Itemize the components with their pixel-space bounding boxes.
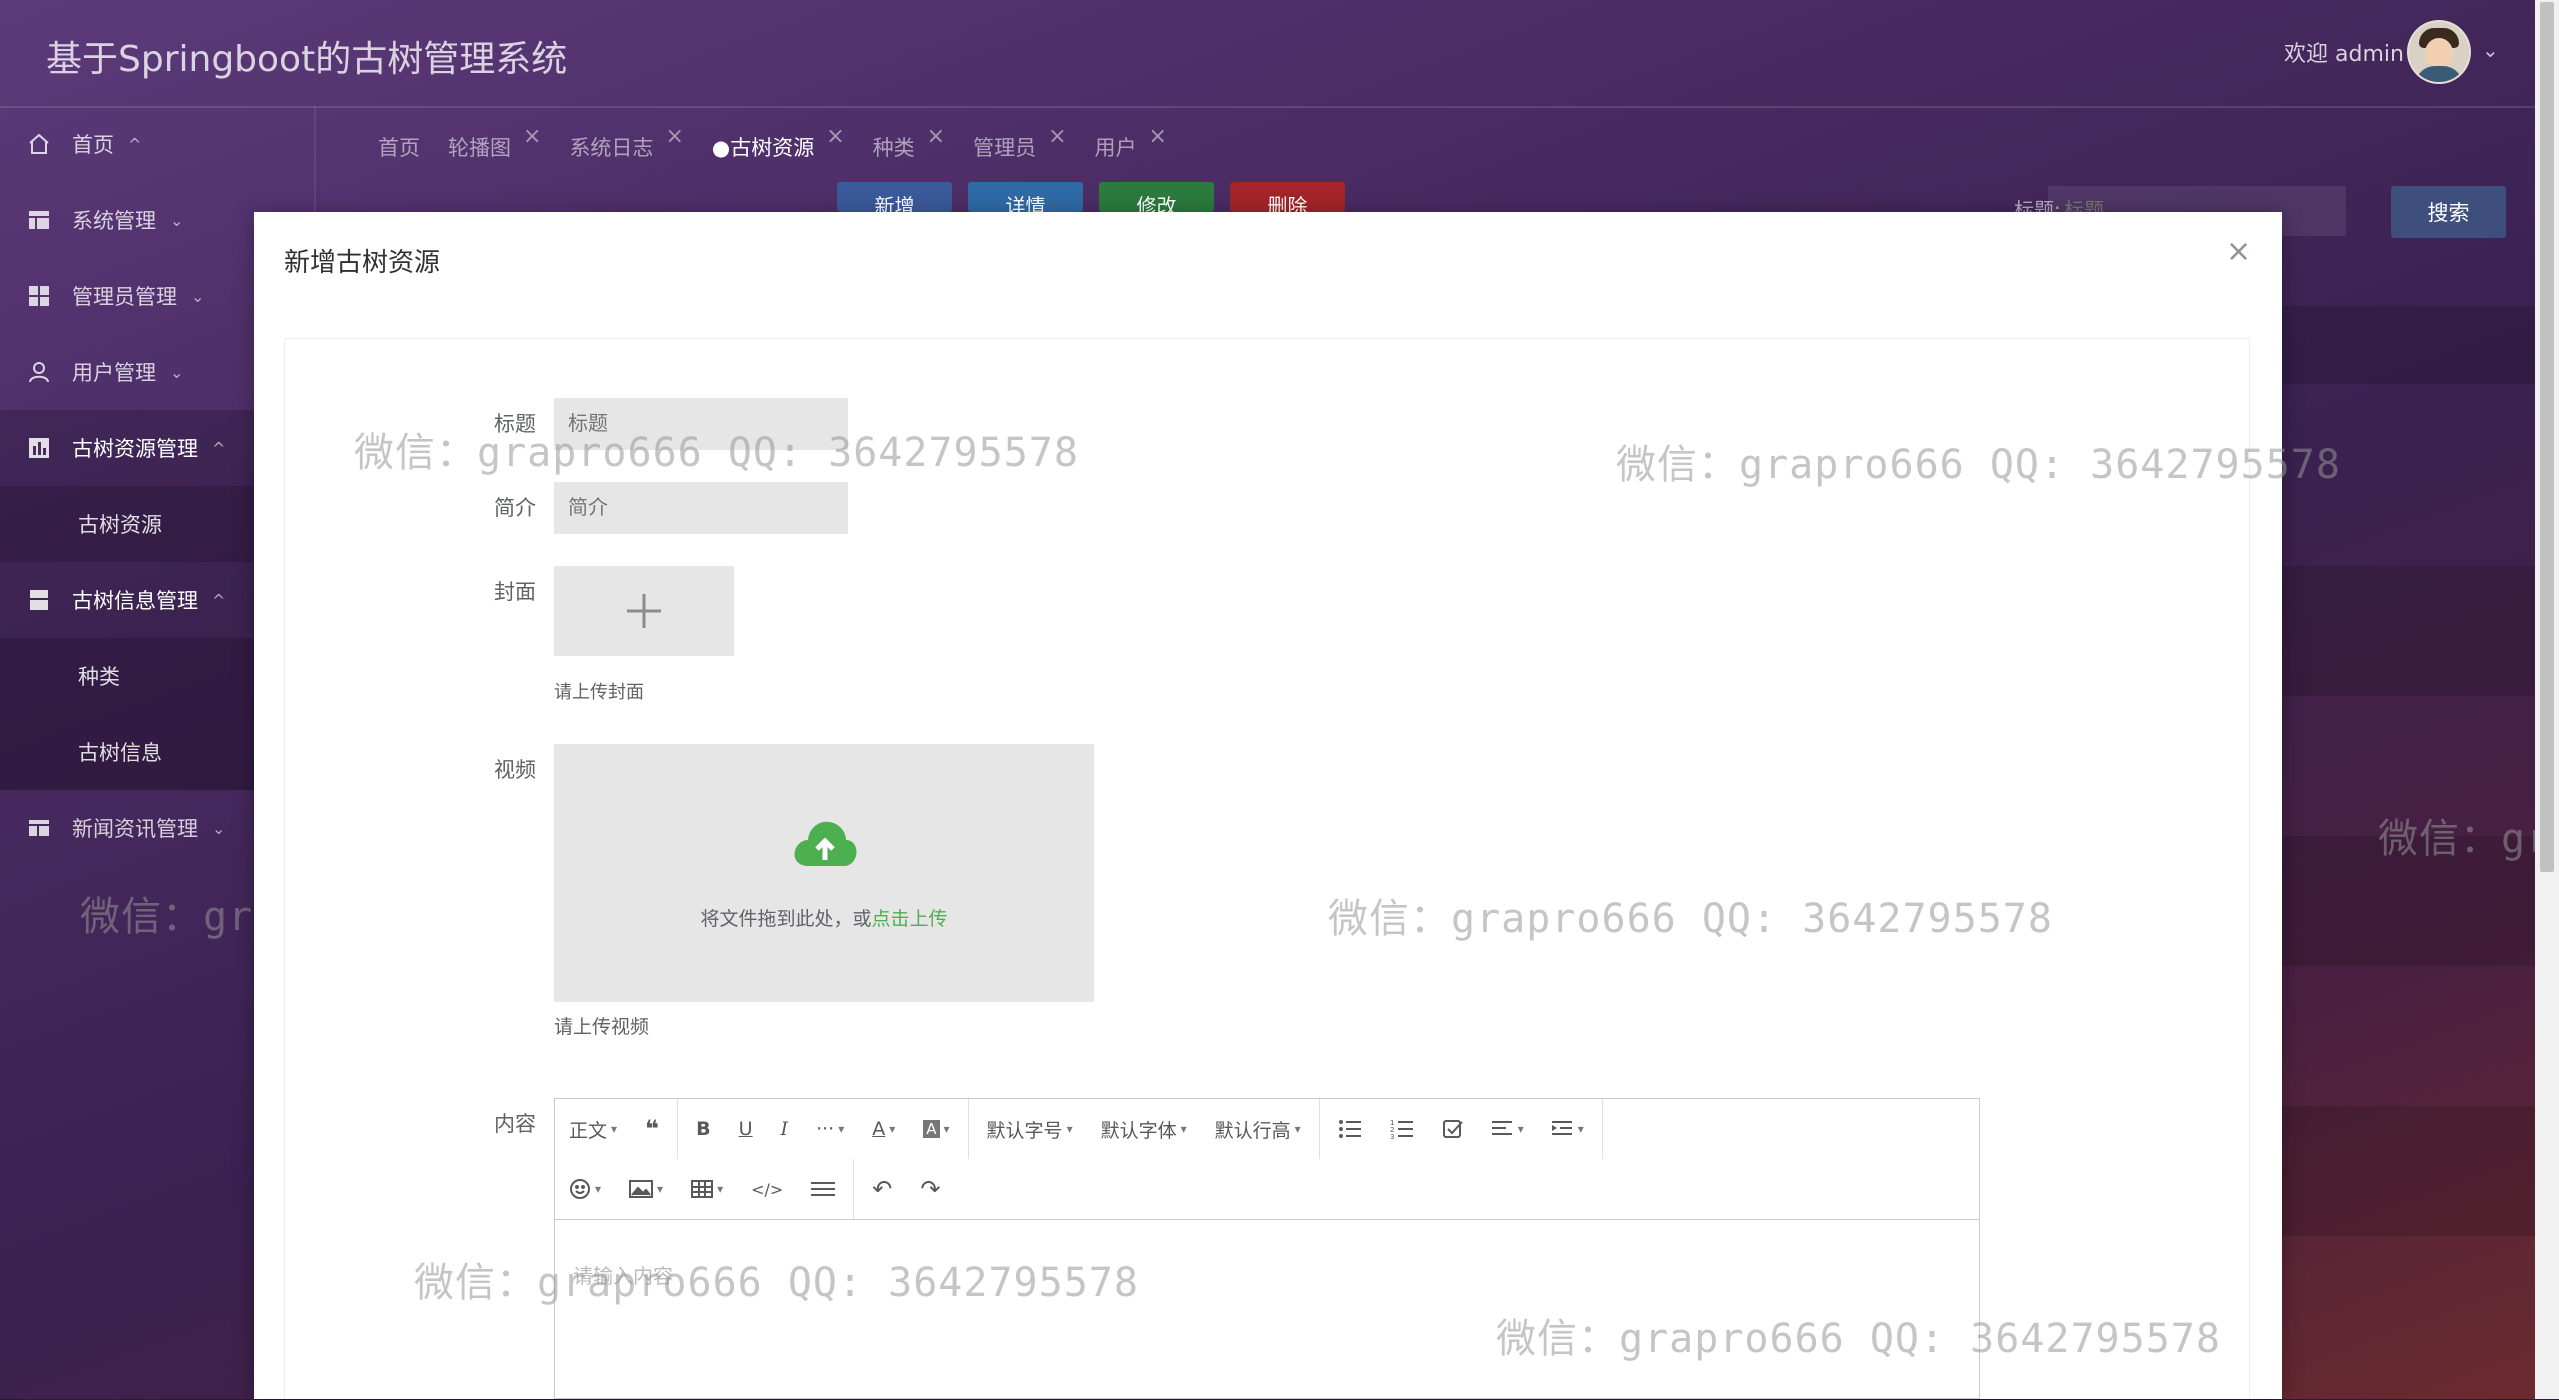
detail-button[interactable]: 详情 bbox=[968, 182, 1083, 212]
italic-icon[interactable]: I bbox=[781, 1118, 789, 1140]
scrollbar[interactable] bbox=[2535, 0, 2559, 1399]
chevron-down-icon: ⌄ bbox=[212, 818, 226, 838]
user-icon bbox=[26, 359, 52, 385]
cover-label: 封面 bbox=[494, 580, 536, 604]
numbered-list-icon[interactable]: 123 bbox=[1390, 1118, 1414, 1140]
tab-carousel[interactable]: 轮播图 × bbox=[448, 124, 541, 168]
close-icon[interactable]: × bbox=[523, 124, 541, 149]
sidebar-item-label: 用户管理 bbox=[72, 361, 156, 385]
plus-icon bbox=[627, 594, 661, 628]
watermark: 微信：grapro666 QQ: 3642795578 bbox=[1616, 442, 2341, 488]
todo-checkbox-icon[interactable] bbox=[1442, 1118, 1464, 1140]
intro-label: 简介 bbox=[494, 496, 536, 520]
emoji-icon[interactable]: ▾ bbox=[569, 1178, 601, 1200]
tab-user[interactable]: 用户 × bbox=[1095, 124, 1167, 168]
watermark: 微信：gra bbox=[2378, 816, 2559, 862]
video-hint: 请上传视频 bbox=[554, 1016, 650, 1038]
cover-hint: 请上传封面 bbox=[554, 682, 644, 703]
image-icon[interactable]: ▾ bbox=[629, 1179, 663, 1199]
chevron-down-icon: ⌄ bbox=[170, 210, 184, 230]
sidebar-item-label: 古树信息管理 bbox=[72, 589, 198, 613]
news-icon bbox=[26, 815, 52, 841]
tab-admin[interactable]: 管理员 × bbox=[973, 124, 1066, 168]
top-bar: 基于Springboot的古树管理系统 欢迎 admin ⌄ bbox=[0, 0, 2535, 108]
add-button[interactable]: 新增 bbox=[837, 182, 952, 212]
cloud-upload-icon bbox=[794, 821, 857, 866]
upload-link[interactable]: 点击上传 bbox=[872, 908, 948, 930]
sidebar-item-label: 古树资源管理 bbox=[72, 437, 198, 461]
tab-tree-resource[interactable]: ●古树资源 × bbox=[712, 124, 845, 168]
chevron-down-icon: ⌄ bbox=[191, 286, 205, 306]
scrollbar-thumb[interactable] bbox=[2540, 2, 2554, 872]
sidebar-item-label: 首页 bbox=[72, 133, 114, 157]
font-color-icon[interactable]: A ▾ bbox=[872, 1118, 895, 1140]
more-icon[interactable]: ··· ▾ bbox=[816, 1118, 844, 1140]
watermark: 微信：grapro666 QQ: 3642795578 bbox=[1496, 1316, 2221, 1362]
welcome-text: 欢迎 admin bbox=[2284, 42, 2404, 67]
quote-icon[interactable]: ❝ bbox=[645, 1115, 659, 1143]
chevron-up-icon: ^ bbox=[212, 590, 226, 610]
editor-toolbar-row: ▾ ▾ ▾ </> ↶ ↷ bbox=[555, 1159, 1979, 1219]
avatar[interactable] bbox=[2407, 20, 2471, 84]
tab-bar: 首页 轮播图 × 系统日志 × ●古树资源 × 种类 × 管理员 × 用户 × bbox=[378, 124, 1195, 168]
bullet-list-icon[interactable] bbox=[1338, 1118, 1362, 1140]
intro-input[interactable] bbox=[554, 482, 848, 534]
tab-species[interactable]: 种类 × bbox=[873, 124, 945, 168]
table-insert-icon[interactable]: ▾ bbox=[691, 1179, 723, 1199]
home-icon bbox=[26, 131, 52, 157]
background-color-icon[interactable]: A ▾ bbox=[923, 1120, 950, 1138]
tab-home[interactable]: 首页 bbox=[378, 132, 420, 168]
svg-text:3: 3 bbox=[1390, 1133, 1394, 1140]
sidebar-item-label: 新闻资讯管理 bbox=[72, 817, 198, 841]
undo-icon[interactable]: ↶ bbox=[872, 1175, 892, 1203]
watermark: 微信：grapro666 QQ: 3642795578 bbox=[414, 1260, 1139, 1306]
grid-icon bbox=[26, 283, 52, 309]
content-label: 内容 bbox=[494, 1112, 536, 1136]
table-icon bbox=[26, 207, 52, 233]
close-icon[interactable]: × bbox=[2226, 234, 2251, 269]
font-family-select[interactable]: 默认字体 ▾ bbox=[1101, 1116, 1187, 1143]
close-icon[interactable]: × bbox=[1149, 124, 1167, 149]
chevron-up-icon: ^ bbox=[212, 438, 226, 458]
chevron-down-icon: ⌄ bbox=[170, 362, 184, 382]
close-icon[interactable]: × bbox=[826, 124, 844, 149]
video-drop-text: 将文件拖到此处，或 bbox=[700, 908, 872, 930]
line-height-select[interactable]: 默认行高 ▾ bbox=[1215, 1116, 1301, 1143]
divider-icon[interactable] bbox=[811, 1179, 836, 1199]
sidebar-item-home[interactable]: 首页 ^ bbox=[0, 106, 314, 182]
editor-toolbar-row: 正文 ▾ ❝ B U I ··· ▾ A ▾ A ▾ 默认字号 ▾ 默认字体 ▾ 默认行高 ▾… bbox=[555, 1099, 1979, 1159]
server-icon bbox=[26, 587, 52, 613]
paragraph-select[interactable]: 正文 ▾ bbox=[569, 1116, 617, 1143]
align-icon[interactable]: ▾ bbox=[1491, 1119, 1524, 1139]
chevron-up-icon: ^ bbox=[128, 134, 142, 154]
video-label: 视频 bbox=[494, 758, 536, 782]
sidebar-item-label: 系统管理 bbox=[72, 209, 156, 233]
cover-upload[interactable] bbox=[554, 566, 734, 656]
indent-icon[interactable]: ▾ bbox=[1551, 1119, 1584, 1139]
redo-icon[interactable]: ↷ bbox=[920, 1175, 940, 1203]
chart-icon bbox=[26, 435, 52, 461]
close-icon[interactable]: × bbox=[927, 124, 945, 149]
code-icon[interactable]: </> bbox=[751, 1180, 783, 1199]
video-upload-dropzone[interactable]: 将文件拖到此处，或点击上传 bbox=[554, 744, 1094, 1002]
sidebar-item-label: 管理员管理 bbox=[72, 285, 177, 309]
delete-button[interactable]: 删除 bbox=[1230, 182, 1345, 212]
close-icon[interactable]: × bbox=[1048, 124, 1066, 149]
tab-system-log[interactable]: 系统日志 × bbox=[569, 124, 683, 168]
font-size-select[interactable]: 默认字号 ▾ bbox=[987, 1116, 1073, 1143]
dialog-title: 新增古树资源 bbox=[284, 248, 441, 278]
underline-icon[interactable]: U bbox=[739, 1118, 753, 1140]
search-button[interactable]: 搜索 bbox=[2391, 186, 2506, 238]
edit-button[interactable]: 修改 bbox=[1099, 182, 1214, 212]
watermark: 微信：grapro666 QQ: 3642795578 bbox=[1328, 896, 2053, 942]
chevron-down-icon[interactable]: ⌄ bbox=[2482, 38, 2499, 62]
close-icon[interactable]: × bbox=[665, 124, 683, 149]
watermark: 微信：grapro666 QQ: 3642795578 bbox=[354, 430, 1079, 476]
bold-icon[interactable]: B bbox=[696, 1118, 710, 1140]
app-title: 基于Springboot的古树管理系统 bbox=[46, 39, 568, 80]
